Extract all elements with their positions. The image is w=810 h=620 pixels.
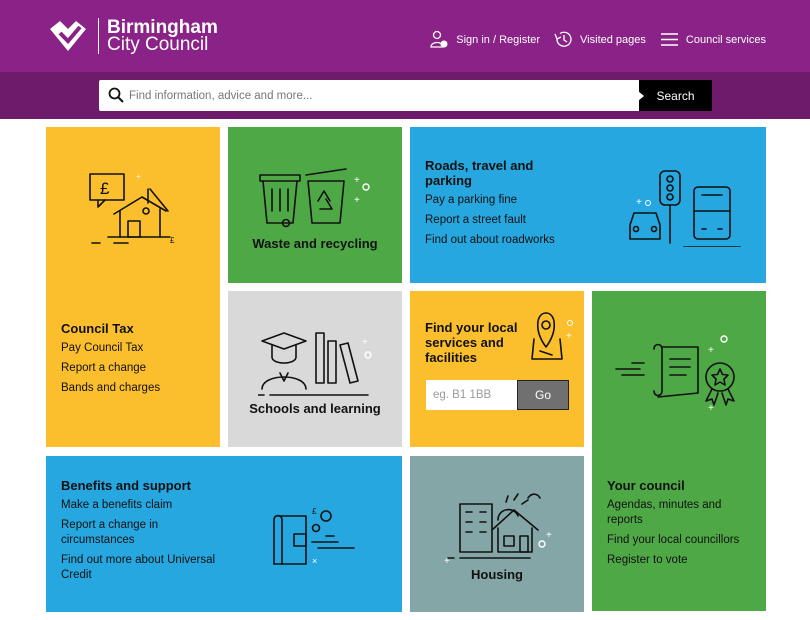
graduate-books-icon: + (258, 332, 372, 396)
report-circumstances-link[interactable]: Report a change in circumstances (61, 518, 221, 548)
svg-text:£: £ (170, 236, 175, 245)
search-input[interactable] (129, 80, 629, 111)
report-change-link[interactable]: Report a change (61, 361, 211, 376)
search-icon (108, 87, 124, 103)
local-councillors-link[interactable]: Find your local councillors (607, 533, 755, 548)
council-tax-title: Council Tax (61, 321, 134, 336)
logo-line2: City Council (107, 34, 209, 55)
svg-text:£: £ (312, 507, 317, 516)
traffic-transport-icon: + (629, 170, 741, 247)
scroll-rosette-icon: + + (615, 335, 735, 413)
housing-tile[interactable]: + + Housing (410, 456, 584, 612)
site-logo[interactable]: Birmingham City Council (46, 18, 218, 54)
roads-travel-tile[interactable]: Roads, travel and parking Pay a parking … (410, 127, 766, 283)
pay-council-tax-link[interactable]: Pay Council Tax (61, 341, 211, 356)
svg-text:+: + (444, 556, 450, 566)
svg-text:+: + (546, 530, 552, 541)
street-fault-link[interactable]: Report a street fault (425, 213, 615, 228)
wallet-coins-icon: £ × (273, 507, 355, 566)
bins-icon: + + (259, 168, 370, 228)
visited-pages-label: Visited pages (580, 33, 646, 46)
local-services-tile: Find your local services and facilities … (410, 291, 584, 447)
heart-logo-icon (50, 21, 86, 51)
local-services-title-line1: Find your local (425, 320, 518, 335)
local-services-title-line2: services and (425, 335, 504, 350)
houses-icon: + + (444, 493, 552, 566)
house-pound-icon: £ £ + (89, 172, 175, 245)
universal-credit-link[interactable]: Find out more about Universal Credit (61, 553, 221, 583)
svg-text:+: + (566, 331, 572, 342)
benefits-title: Benefits and support (61, 478, 192, 493)
search-box (99, 80, 640, 111)
council-tax-tile[interactable]: £ £ + Council Tax Pay Council Tax Report… (46, 127, 220, 447)
svg-text:+: + (354, 175, 360, 186)
svg-text:+: + (708, 403, 714, 413)
sign-in-link[interactable]: Sign in / Register (430, 30, 540, 49)
housing-title: Housing (471, 567, 523, 582)
postcode-input[interactable] (426, 380, 517, 410)
site-header: Birmingham City Council Sign in / Regist… (0, 0, 810, 72)
waste-recycling-tile[interactable]: + + Waste and recycling (228, 127, 402, 283)
schools-learning-title: Schools and learning (249, 401, 381, 416)
roads-title-line2: parking (425, 173, 472, 188)
parking-fine-link[interactable]: Pay a parking fine (425, 193, 615, 208)
benefits-support-tile[interactable]: Benefits and support Make a benefits cla… (46, 456, 402, 612)
postcode-go-button[interactable]: Go (517, 380, 569, 410)
your-council-tile[interactable]: + + Your council Agendas, minutes and re… (592, 291, 766, 611)
council-services-label: Council services (685, 33, 766, 46)
roads-title-line1: Roads, travel and (425, 158, 534, 173)
bands-charges-link[interactable]: Bands and charges (61, 381, 211, 396)
history-icon (554, 31, 572, 47)
svg-text:+: + (362, 337, 368, 348)
waste-recycling-title: Waste and recycling (252, 236, 378, 251)
svg-text:+: + (354, 195, 360, 206)
roadworks-link[interactable]: Find out about roadworks (425, 233, 615, 248)
schools-learning-tile[interactable]: + Schools and learning (228, 291, 402, 447)
svg-text:+: + (636, 197, 642, 208)
map-pin-icon: + (531, 312, 573, 360)
local-services-title-line3: facilities (425, 350, 478, 365)
user-lock-icon (430, 30, 448, 48)
menu-icon (660, 33, 678, 46)
register-to-vote-link[interactable]: Register to vote (607, 553, 755, 568)
svg-text:+: + (708, 345, 714, 356)
svg-text:£: £ (100, 179, 110, 198)
search-button[interactable]: Search (638, 80, 712, 111)
svg-text:×: × (312, 556, 317, 566)
sign-in-label: Sign in / Register (456, 33, 541, 46)
your-council-title: Your council (607, 478, 685, 493)
header-nav: Sign in / Register Visited pages Council… (416, 30, 766, 49)
logo-divider (98, 18, 99, 54)
benefits-claim-link[interactable]: Make a benefits claim (61, 498, 221, 513)
council-services-menu[interactable]: Council services (660, 32, 766, 47)
logo-text: Birmingham City Council (107, 18, 218, 55)
agendas-minutes-link[interactable]: Agendas, minutes and reports (607, 498, 755, 528)
svg-text:+: + (136, 172, 141, 181)
visited-pages-link[interactable]: Visited pages (554, 30, 646, 49)
